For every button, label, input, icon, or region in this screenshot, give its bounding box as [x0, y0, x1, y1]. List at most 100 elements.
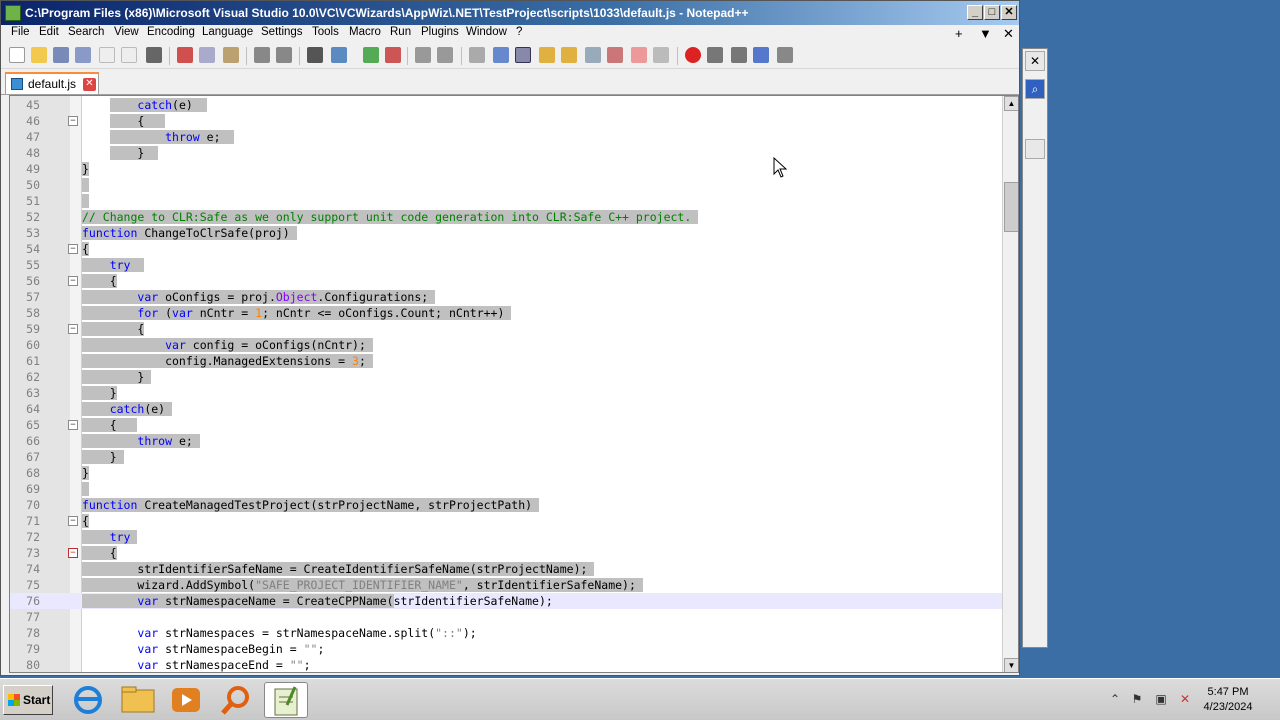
code-text[interactable]: // Change to CLR:Safe as we only support… [82, 209, 699, 225]
code-text[interactable]: } [82, 161, 89, 177]
code-text[interactable]: try [82, 257, 145, 273]
tab-close-icon[interactable]: ✕ [83, 78, 96, 91]
start-button[interactable]: Start [3, 685, 53, 715]
zoom-in-icon[interactable] [363, 47, 379, 63]
code-text[interactable]: config.ManagedExtensions = 3; [82, 353, 373, 369]
scroll-down-arrow[interactable]: ▼ [1004, 658, 1018, 672]
code-text[interactable]: throw e; [82, 433, 200, 449]
menu-language[interactable]: Language [202, 26, 253, 38]
code-text[interactable]: { [82, 513, 89, 529]
code-line[interactable]: 64 catch(e) [10, 401, 1018, 417]
code-text[interactable]: { [82, 241, 89, 257]
menu-file[interactable]: File [11, 26, 30, 38]
scroll-up-arrow[interactable]: ▲ [1004, 96, 1018, 111]
save-icon[interactable] [53, 47, 69, 63]
flag-icon[interactable]: ⚑ [1130, 692, 1144, 706]
fold-toggle-icon[interactable]: − [68, 516, 78, 526]
run-macro-multiple-icon[interactable] [753, 47, 769, 63]
menu-tools[interactable]: Tools [312, 26, 339, 38]
code-text[interactable]: function ChangeToClrSafe(proj) [82, 225, 297, 241]
preview-icon[interactable] [653, 47, 669, 63]
code-text[interactable]: try [82, 529, 138, 545]
cut-icon[interactable] [177, 47, 193, 63]
scroll-thumb[interactable] [1004, 182, 1018, 232]
doc-map-icon[interactable] [561, 47, 577, 63]
code-text[interactable]: catch(e) [82, 97, 207, 113]
code-text[interactable] [82, 177, 89, 193]
code-text[interactable]: catch(e) [82, 401, 173, 417]
fold-toggle-icon[interactable]: − [68, 324, 78, 334]
code-line[interactable]: 74 strIdentifierSafeName = CreateIdentif… [10, 561, 1018, 577]
code-line[interactable]: 77 [10, 609, 1018, 625]
open-file-icon[interactable] [31, 47, 47, 63]
code-line[interactable]: 80 var strNamespaceEnd = ""; [10, 657, 1018, 672]
new-tab-icon[interactable]: + [955, 26, 963, 41]
menu-run[interactable]: Run [390, 26, 411, 38]
code-text[interactable]: strIdentifierSafeName = CreateIdentifier… [82, 561, 595, 577]
show-hidden-icons-icon[interactable]: ⌃ [1108, 692, 1122, 706]
code-text[interactable]: var config = oConfigs(nCntr); [82, 337, 373, 353]
code-line[interactable]: 45 catch(e) [10, 97, 1018, 113]
menu-settings[interactable]: Settings [261, 26, 303, 38]
monitoring-icon[interactable] [631, 47, 647, 63]
code-line[interactable]: 70 function CreateManagedTestProject(strP… [10, 497, 1018, 513]
code-line[interactable]: 76 var strNamespaceName = CreateCPPName(… [10, 593, 1018, 609]
close-all-icon[interactable] [121, 47, 137, 63]
menu-macro[interactable]: Macro [349, 26, 381, 38]
code-line[interactable]: 63 } [10, 385, 1018, 401]
code-text[interactable]: { [82, 273, 117, 289]
user-lang-icon[interactable] [539, 47, 555, 63]
code-text[interactable]: wizard.AddSymbol("SAFE_PROJECT_IDENTIFIE… [82, 577, 643, 593]
close-button[interactable]: ✕ [1001, 5, 1017, 20]
search-tool-icon[interactable] [214, 682, 258, 718]
tab-default-js[interactable]: default.js ✕ [5, 72, 99, 94]
print-icon[interactable] [146, 47, 162, 63]
fold-toggle-icon[interactable]: − [68, 244, 78, 254]
code-text[interactable]: } [82, 385, 117, 401]
fold-toggle-icon[interactable]: − [68, 548, 78, 558]
code-text[interactable]: } [82, 449, 124, 465]
code-line[interactable]: 71 −{ [10, 513, 1018, 529]
save-all-icon[interactable] [75, 47, 91, 63]
code-text[interactable]: { [82, 545, 117, 561]
new-file-icon[interactable] [9, 47, 25, 63]
play-macro-icon[interactable] [731, 47, 747, 63]
paste-icon[interactable] [223, 47, 239, 63]
maximize-button[interactable]: □ [984, 5, 1000, 20]
copy-icon[interactable] [199, 47, 215, 63]
code-text[interactable] [82, 193, 89, 209]
code-text[interactable]: var strNamespaceBegin = ""; [82, 641, 324, 657]
code-line[interactable]: 52 // Change to CLR:Safe as we only suppo… [10, 209, 1018, 225]
code-line[interactable]: 54 −{ [10, 241, 1018, 257]
code-text[interactable]: } [82, 369, 152, 385]
tab-list-icon[interactable]: ▼ [979, 26, 992, 41]
menu-window[interactable]: Window [466, 26, 507, 38]
code-line[interactable]: 68} [10, 465, 1018, 481]
code-line[interactable]: 55 try [10, 257, 1018, 273]
system-clock[interactable]: 5:47 PM 4/23/2024 [1200, 685, 1256, 715]
code-line[interactable]: 67 } [10, 449, 1018, 465]
minimize-button[interactable]: _ [967, 5, 983, 20]
word-wrap-icon[interactable] [469, 47, 485, 63]
code-line[interactable]: 75 wizard.AddSymbol("SAFE_PROJECT_IDENTI… [10, 577, 1018, 593]
code-text[interactable] [82, 481, 89, 497]
stop-macro-icon[interactable] [707, 47, 723, 63]
menu-view[interactable]: View [114, 26, 139, 38]
fold-toggle-icon[interactable]: − [68, 420, 78, 430]
code-text[interactable]: { [82, 321, 145, 337]
bg-search-icon[interactable]: ⌕ [1025, 79, 1045, 99]
code-line[interactable]: 50 [10, 177, 1018, 193]
show-all-chars-icon[interactable] [493, 47, 509, 63]
internet-explorer-icon[interactable] [66, 682, 110, 718]
code-line[interactable]: 46 − { [10, 113, 1018, 129]
menu-edit[interactable]: Edit [39, 26, 59, 38]
menu-search[interactable]: Search [68, 26, 104, 38]
network-icon[interactable]: ▣ [1154, 692, 1168, 706]
code-line[interactable]: 56 − { [10, 273, 1018, 289]
fold-toggle-icon[interactable]: − [68, 276, 78, 286]
code-text[interactable]: { [82, 113, 166, 129]
code-text[interactable]: var oConfigs = proj.Object.Configuration… [82, 289, 436, 305]
code-line[interactable]: 69 [10, 481, 1018, 497]
folder-workspace-icon[interactable] [607, 47, 623, 63]
indent-guide-icon[interactable] [515, 47, 531, 63]
